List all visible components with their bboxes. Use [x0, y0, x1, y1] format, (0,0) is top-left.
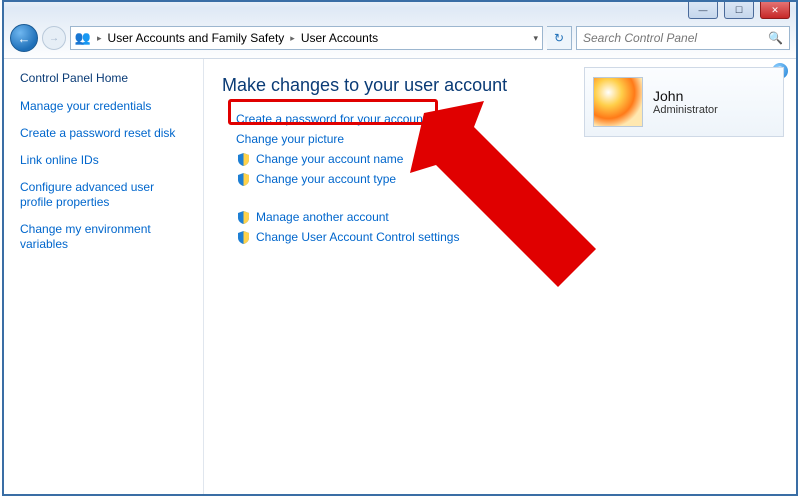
body-region: Control Panel Home Manage your credentia… [4, 58, 796, 494]
arrow-right-icon: → [49, 33, 59, 44]
option-label: Create a password for your account [236, 112, 426, 126]
sidebar-link-online-ids[interactable]: Link online IDs [20, 153, 190, 168]
user-account-tile[interactable]: John Administrator [584, 67, 784, 137]
option-label: Change your picture [236, 132, 344, 146]
breadcrumb-root[interactable]: User Accounts and Family Safety [108, 31, 285, 45]
option-manage-another[interactable]: Manage another account [236, 210, 778, 224]
option-label: Change your account type [256, 172, 396, 186]
sidebar-link-profile-props[interactable]: Configure advanced user profile properti… [20, 180, 190, 210]
uac-shield-icon [236, 210, 250, 224]
chevron-right-icon: ▸ [97, 33, 102, 44]
close-button[interactable]: ✕ [760, 2, 790, 19]
arrow-left-icon: ← [18, 31, 31, 46]
refresh-icon: ↻ [554, 31, 564, 45]
control-panel-window: — ☐ ✕ ← → 👥 ▸ User Accounts and Family S… [2, 0, 798, 496]
uac-shield-icon [236, 152, 250, 166]
search-placeholder: Search Control Panel [583, 31, 697, 45]
option-change-name[interactable]: Change your account name [236, 152, 778, 166]
sidebar: Control Panel Home Manage your credentia… [4, 59, 204, 494]
sidebar-link-reset-disk[interactable]: Create a password reset disk [20, 126, 190, 141]
chevron-right-icon: ▸ [290, 33, 295, 44]
maximize-button[interactable]: ☐ [724, 2, 754, 19]
user-accounts-icon: 👥 [75, 30, 91, 46]
search-input[interactable]: Search Control Panel 🔍 [576, 26, 790, 50]
user-name-label: John [653, 88, 718, 104]
uac-shield-icon [236, 172, 250, 186]
content-region: ? Make changes to your user account Crea… [204, 59, 796, 494]
back-button[interactable]: ← [10, 24, 38, 52]
sidebar-heading[interactable]: Control Panel Home [20, 71, 193, 85]
uac-shield-icon [236, 230, 250, 244]
sidebar-link-credentials[interactable]: Manage your credentials [20, 99, 190, 114]
address-dropdown-icon[interactable]: ▾ [533, 33, 538, 44]
minimize-button[interactable]: — [688, 2, 718, 19]
option-uac-settings[interactable]: Change User Account Control settings [236, 230, 778, 244]
address-bar[interactable]: 👥 ▸ User Accounts and Family Safety ▸ Us… [70, 26, 543, 50]
nav-row: ← → 👥 ▸ User Accounts and Family Safety … [10, 24, 790, 52]
option-label: Change User Account Control settings [256, 230, 459, 244]
refresh-button[interactable]: ↻ [547, 26, 572, 50]
user-info: John Administrator [653, 88, 718, 116]
option-label: Change your account name [256, 152, 403, 166]
forward-button[interactable]: → [42, 26, 66, 50]
user-role-label: Administrator [653, 104, 718, 116]
breadcrumb-page[interactable]: User Accounts [301, 31, 378, 45]
search-icon: 🔍 [768, 31, 783, 45]
user-avatar-icon [593, 77, 643, 127]
sidebar-link-env-vars[interactable]: Change my environment variables [20, 222, 190, 252]
option-label: Manage another account [256, 210, 389, 224]
option-change-type[interactable]: Change your account type [236, 172, 778, 186]
window-controls: — ☐ ✕ [688, 2, 790, 19]
